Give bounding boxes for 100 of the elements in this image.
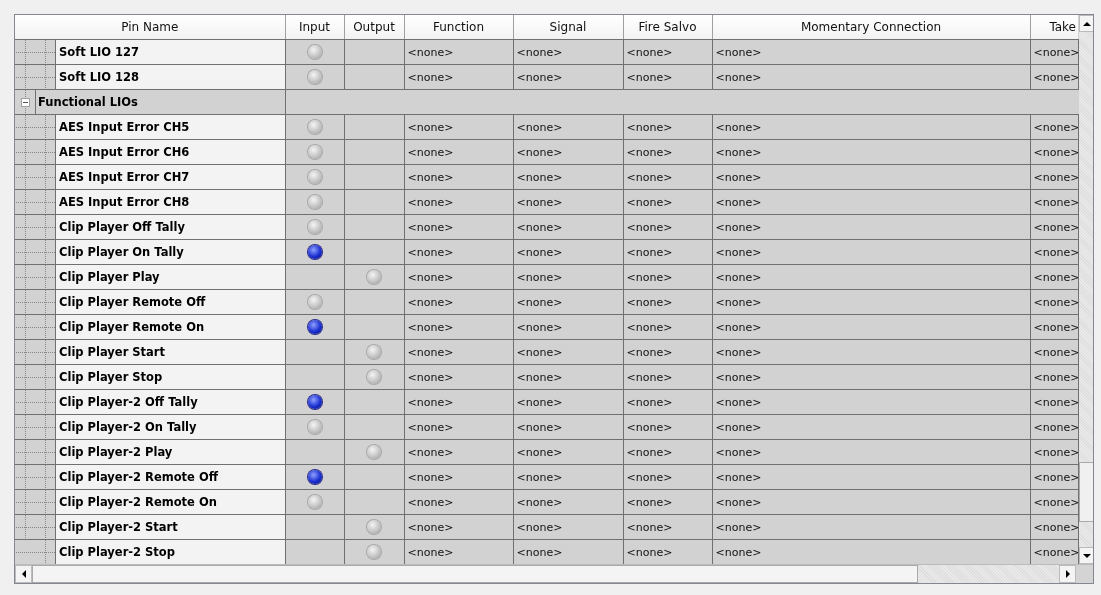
table-cell: <none> <box>715 220 762 234</box>
pin-name[interactable]: AES Input Error CH7 <box>56 165 284 189</box>
pin-name[interactable]: Clip Player-2 Off Tally <box>56 390 284 414</box>
table-cell: <none> <box>626 445 673 459</box>
table-cell: <none> <box>407 245 454 259</box>
table-cell: <none> <box>407 145 454 159</box>
table-cell: <none> <box>516 370 563 384</box>
pin-name[interactable]: AES Input Error CH8 <box>56 190 284 214</box>
pin-name[interactable]: Clip Player-2 Start <box>56 515 284 539</box>
table-cell: <none> <box>715 45 762 59</box>
table-cell: <none> <box>715 370 762 384</box>
table-cell: <none> <box>626 470 673 484</box>
table-cell: <none> <box>516 320 563 334</box>
table-cell: <none> <box>715 545 762 559</box>
table-cell: <none> <box>516 270 563 284</box>
table-cell: <none> <box>715 170 762 184</box>
table-cell: <none> <box>715 495 762 509</box>
table-cell: <none> <box>715 70 762 84</box>
table-cell: <none> <box>407 520 454 534</box>
pin-name[interactable]: Clip Player Start <box>56 340 284 364</box>
table-cell: <none> <box>715 345 762 359</box>
table-cell: <none> <box>407 120 454 134</box>
column-header[interactable]: Signal <box>513 15 623 40</box>
table-cell: <none> <box>516 545 563 559</box>
column-header[interactable]: Fire Salvo <box>623 15 712 40</box>
pin-name[interactable]: Clip Player Off Tally <box>56 215 284 239</box>
column-header[interactable]: Pin Name <box>15 15 285 40</box>
table-cell: <none> <box>407 420 454 434</box>
table-cell: <none> <box>626 495 673 509</box>
table-cell: <none> <box>516 170 563 184</box>
pin-name[interactable]: Soft LIO 128 <box>56 65 284 89</box>
table-cell: <none> <box>715 295 762 309</box>
table-cell: <none> <box>715 520 762 534</box>
column-header[interactable]: Take <box>1030 15 1078 40</box>
table-cell: <none> <box>715 270 762 284</box>
pin-name[interactable]: Clip Player-2 Remote Off <box>56 465 284 489</box>
table-cell: <none> <box>407 395 454 409</box>
table-cell: <none> <box>626 195 673 209</box>
pin-name[interactable]: Clip Player Remote Off <box>56 290 284 314</box>
table-cell: <none> <box>626 520 673 534</box>
pin-name[interactable]: AES Input Error CH5 <box>56 115 284 139</box>
table-cell: <none> <box>516 395 563 409</box>
table-cell: <none> <box>715 120 762 134</box>
table-cell: <none> <box>626 245 673 259</box>
table-cell: <none> <box>407 170 454 184</box>
table-cell: <none> <box>516 295 563 309</box>
table-cell: <none> <box>626 270 673 284</box>
scroll-up-button[interactable] <box>1078 15 1093 32</box>
table-cell: <none> <box>626 420 673 434</box>
table-cell: <none> <box>626 45 673 59</box>
table-cell: <none> <box>516 145 563 159</box>
pin-name[interactable]: Clip Player On Tally <box>56 240 284 264</box>
collapse-icon[interactable] <box>20 97 30 107</box>
pin-name[interactable]: Clip Player-2 On Tally <box>56 415 284 439</box>
table-cell: <none> <box>626 345 673 359</box>
table-cell: <none> <box>715 245 762 259</box>
table-cell: <none> <box>715 145 762 159</box>
column-header[interactable]: Momentary Connection <box>712 15 1030 40</box>
table-cell: <none> <box>407 220 454 234</box>
scroll-left-button[interactable] <box>15 565 32 583</box>
table-cell: <none> <box>407 445 454 459</box>
table-cell: <none> <box>516 495 563 509</box>
table-cell: <none> <box>626 545 673 559</box>
pin-name[interactable]: Clip Player-2 Play <box>56 440 284 464</box>
table-cell: <none> <box>626 370 673 384</box>
table-cell: <none> <box>516 220 563 234</box>
table-cell: <none> <box>626 320 673 334</box>
table-cell: <none> <box>516 470 563 484</box>
column-header[interactable]: Input <box>285 15 344 40</box>
column-header[interactable]: Output <box>344 15 404 40</box>
table-cell: <none> <box>516 520 563 534</box>
table-cell: <none> <box>407 470 454 484</box>
table-cell: <none> <box>407 370 454 384</box>
table-cell: <none> <box>626 70 673 84</box>
table-cell: <none> <box>715 195 762 209</box>
pin-name[interactable]: Clip Player-2 Stop <box>56 540 284 564</box>
pin-name[interactable]: Clip Player Stop <box>56 365 284 389</box>
pin-name[interactable]: Soft LIO 127 <box>56 40 284 64</box>
pin-name[interactable]: Clip Player Remote On <box>56 315 284 339</box>
column-header[interactable]: Function <box>404 15 513 40</box>
table-cell: <none> <box>516 70 563 84</box>
table-cell: <none> <box>626 145 673 159</box>
table-cell: <none> <box>516 420 563 434</box>
table-cell: <none> <box>626 170 673 184</box>
table-cell: <none> <box>516 245 563 259</box>
pin-name[interactable]: Clip Player Play <box>56 265 284 289</box>
table-cell: <none> <box>626 395 673 409</box>
table-cell: <none> <box>715 395 762 409</box>
table-cell: <none> <box>407 295 454 309</box>
table-cell: <none> <box>407 545 454 559</box>
table-cell: <none> <box>626 220 673 234</box>
table-cell: <none> <box>516 345 563 359</box>
table-cell: <none> <box>715 420 762 434</box>
scroll-right-button[interactable] <box>1059 565 1076 583</box>
pin-name[interactable]: AES Input Error CH6 <box>56 140 284 164</box>
table-cell: <none> <box>407 45 454 59</box>
table-cell: <none> <box>407 495 454 509</box>
table-cell: <none> <box>715 470 762 484</box>
pin-name[interactable]: Clip Player-2 Remote On <box>56 490 284 514</box>
table-cell: <none> <box>626 295 673 309</box>
